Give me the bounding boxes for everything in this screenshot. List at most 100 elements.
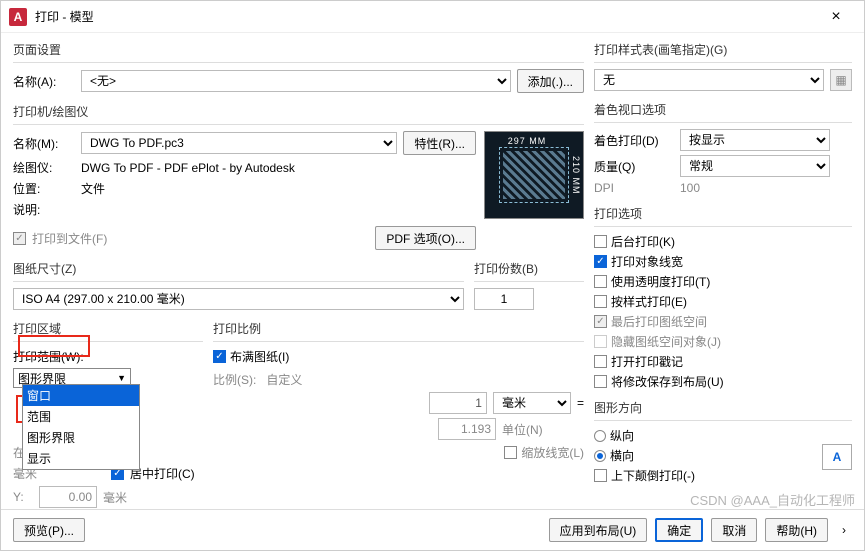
plot-what-label: 打印范围(W):	[13, 348, 203, 365]
plot-lineweights-checkbox[interactable]	[594, 255, 607, 268]
plotter-label: 绘图仪:	[13, 159, 75, 176]
background-plot-label: 后台打印(K)	[611, 233, 675, 250]
plotter-value: DWG To PDF - PDF ePlot - by Autodesk	[81, 161, 295, 175]
expand-icon[interactable]: ›	[836, 523, 852, 537]
scale-value: 自定义	[266, 371, 302, 388]
preview-button[interactable]: 预览(P)...	[13, 518, 85, 542]
apply-to-layout-button[interactable]: 应用到布局(U)	[549, 518, 648, 542]
orientation-icon: A	[822, 444, 852, 470]
equals-label: =	[577, 396, 584, 410]
scale-mm-input	[429, 392, 487, 414]
hide-paperspace-checkbox	[594, 335, 607, 348]
copies-group: 打印份数(B)	[474, 260, 584, 310]
printer-properties-button[interactable]: 特性(R)...	[403, 131, 476, 155]
where-label: 位置:	[13, 180, 75, 197]
background-plot-checkbox[interactable]	[594, 235, 607, 248]
plot-scale-title: 打印比例	[213, 320, 584, 337]
desc-label: 说明:	[13, 201, 75, 218]
close-icon[interactable]: ×	[816, 8, 856, 26]
scale-lineweights-checkbox	[504, 446, 517, 459]
plot-paperspace-last-label: 最后打印图纸空间	[611, 313, 707, 330]
save-changes-checkbox[interactable]	[594, 375, 607, 388]
fit-to-paper-checkbox[interactable]	[213, 350, 226, 363]
plot-what-option-display[interactable]: 显示	[23, 448, 139, 469]
plot-to-file-label: 打印到文件(F)	[32, 230, 107, 247]
plot-what-option-extent[interactable]: 范围	[23, 406, 139, 427]
save-changes-label: 将修改保存到布局(U)	[611, 373, 724, 390]
quality-label: 质量(Q)	[594, 158, 674, 175]
paper-size-group: 图纸尺寸(Z) ISO A4 (297.00 x 210.00 毫米)	[13, 260, 464, 310]
plot-options-title: 打印选项	[594, 205, 852, 222]
plot-style-edit-icon[interactable]: ▦	[830, 69, 852, 91]
plot-stamp-checkbox[interactable]	[594, 355, 607, 368]
plot-style-select[interactable]: 无	[594, 69, 824, 91]
paper-size-title: 图纸尺寸(Z)	[13, 260, 464, 277]
ok-button[interactable]: 确定	[655, 518, 703, 542]
printer-name-label: 名称(M):	[13, 135, 75, 152]
page-setup-name-select[interactable]: <无>	[81, 70, 511, 92]
add-page-setup-button[interactable]: 添加(.)...	[517, 69, 584, 93]
dpi-label: DPI	[594, 181, 674, 195]
paper-preview: 297 MM 210 MM	[484, 131, 584, 219]
plot-what-option-limits[interactable]: 图形界限	[23, 427, 139, 448]
plot-style-group: 打印样式表(画笔指定)(G) 无 ▦	[594, 41, 852, 95]
page-setup-group: 页面设置 名称(A): <无> 添加(.)...	[13, 41, 584, 97]
orientation-group: 图形方向 纵向 横向 上下颠倒打印(-) A	[594, 399, 852, 491]
fit-to-paper-label: 布满图纸(I)	[230, 348, 289, 365]
paper-size-select[interactable]: ISO A4 (297.00 x 210.00 毫米)	[13, 288, 464, 310]
plot-area-title: 打印区域	[13, 320, 203, 337]
copies-input[interactable]	[474, 288, 534, 310]
shaded-viewport-title: 着色视口选项	[594, 101, 852, 118]
portrait-label: 纵向	[610, 427, 634, 444]
printer-name-select[interactable]: DWG To PDF.pc3	[81, 132, 397, 154]
upside-down-checkbox[interactable]	[594, 469, 607, 482]
landscape-radio[interactable]	[594, 450, 606, 462]
plot-to-file-checkbox	[13, 232, 26, 245]
titlebar: A 打印 - 模型 ×	[1, 1, 864, 33]
landscape-label: 横向	[610, 447, 634, 464]
offset-y-label: Y:	[13, 490, 33, 504]
plot-lineweights-label: 打印对象线宽	[611, 253, 683, 270]
scale-unit-select[interactable]: 毫米	[493, 392, 571, 414]
offset-y-unit: 毫米	[103, 489, 127, 506]
chevron-down-icon: ▼	[117, 373, 126, 383]
scale-label: 比例(S):	[213, 371, 256, 388]
quality-select[interactable]: 常规	[680, 155, 830, 177]
plot-stamp-label: 打开打印戳记	[611, 353, 683, 370]
shade-plot-select[interactable]: 按显示	[680, 129, 830, 151]
preview-width-label: 297 MM	[485, 136, 569, 146]
scale-unit-input	[438, 418, 496, 440]
copies-title: 打印份数(B)	[474, 260, 584, 277]
plot-what-option-window[interactable]: 窗口	[23, 385, 139, 406]
scale-drawing-unit-label: 单位(N)	[502, 421, 584, 438]
plot-what-dropdown[interactable]: 窗口 范围 图形界限 显示	[22, 384, 140, 470]
preview-height-label: 210 MM	[571, 132, 581, 218]
shade-plot-label: 着色打印(D)	[594, 132, 674, 149]
hide-paperspace-label: 隐藏图纸空间对象(J)	[611, 333, 721, 350]
pdf-options-button[interactable]: PDF 选项(O)...	[375, 226, 476, 250]
footer: 预览(P)... 应用到布局(U) 确定 取消 帮助(H) ›	[1, 509, 864, 550]
help-button[interactable]: 帮助(H)	[765, 518, 828, 542]
plot-transparency-label: 使用透明度打印(T)	[611, 273, 710, 290]
plot-options-group: 打印选项 后台打印(K) 打印对象线宽 使用透明度打印(T) 按样式打印(E) …	[594, 205, 852, 393]
offset-y-input	[39, 486, 97, 508]
printer-title: 打印机/绘图仪	[13, 103, 584, 120]
printer-group: 打印机/绘图仪 名称(M): DWG To PDF.pc3 特性(R)... 绘…	[13, 103, 584, 254]
window-title: 打印 - 模型	[35, 8, 816, 25]
plot-transparency-checkbox[interactable]	[594, 275, 607, 288]
dpi-value: 100	[680, 181, 700, 195]
orientation-title: 图形方向	[594, 399, 852, 416]
app-icon: A	[9, 8, 27, 26]
portrait-radio[interactable]	[594, 430, 606, 442]
scale-lineweights-label: 缩放线宽(L)	[521, 444, 584, 461]
plot-scale-group: 打印比例 布满图纸(I) 比例(S): 自定义 毫米 =	[213, 320, 584, 509]
page-setup-name-label: 名称(A):	[13, 73, 75, 90]
plot-styles-label: 按样式打印(E)	[611, 293, 687, 310]
plot-style-title: 打印样式表(画笔指定)(G)	[594, 41, 852, 58]
cancel-button[interactable]: 取消	[711, 518, 757, 542]
plot-styles-checkbox[interactable]	[594, 295, 607, 308]
where-value: 文件	[81, 180, 105, 197]
plot-paperspace-last-checkbox	[594, 315, 607, 328]
upside-down-label: 上下颠倒打印(-)	[611, 467, 695, 484]
shaded-viewport-group: 着色视口选项 着色打印(D) 按显示 质量(Q) 常规 DPI 100	[594, 101, 852, 199]
